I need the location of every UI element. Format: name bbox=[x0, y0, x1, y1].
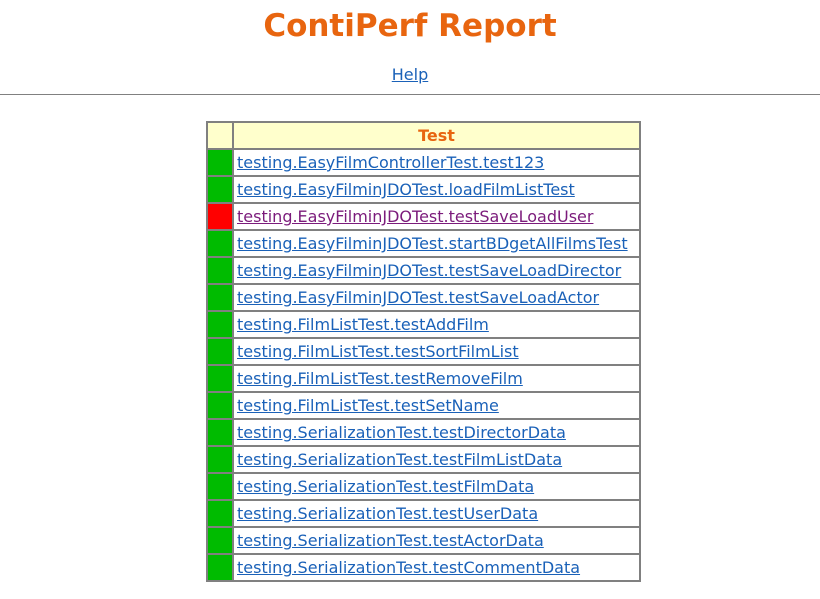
test-link[interactable]: testing.SerializationTest.testFilmData bbox=[237, 477, 534, 496]
test-link[interactable]: testing.SerializationTest.testCommentDat… bbox=[237, 558, 580, 577]
report-table: Test testing.EasyFilmControllerTest.test… bbox=[206, 121, 641, 582]
status-pass-indicator bbox=[207, 338, 233, 365]
table-row: testing.EasyFilminJDOTest.testSaveLoadUs… bbox=[207, 203, 640, 230]
table-row: testing.SerializationTest.testFilmListDa… bbox=[207, 446, 640, 473]
status-pass-indicator bbox=[207, 473, 233, 500]
test-link[interactable]: testing.EasyFilminJDOTest.startBDgetAllF… bbox=[237, 234, 628, 253]
test-name-cell: testing.EasyFilminJDOTest.testSaveLoadUs… bbox=[233, 203, 640, 230]
status-pass-indicator bbox=[207, 392, 233, 419]
test-name-cell: testing.EasyFilminJDOTest.startBDgetAllF… bbox=[233, 230, 640, 257]
help-link[interactable]: Help bbox=[392, 65, 428, 84]
test-link[interactable]: testing.FilmListTest.testSetName bbox=[237, 396, 499, 415]
divider bbox=[0, 94, 820, 95]
test-column-header: Test bbox=[233, 122, 640, 149]
test-link[interactable]: testing.SerializationTest.testFilmListDa… bbox=[237, 450, 562, 469]
test-link[interactable]: testing.EasyFilminJDOTest.loadFilmListTe… bbox=[237, 180, 575, 199]
test-link[interactable]: testing.SerializationTest.testDirectorDa… bbox=[237, 423, 566, 442]
table-header-row: Test bbox=[207, 122, 640, 149]
status-fail-indicator bbox=[207, 203, 233, 230]
table-row: testing.EasyFilminJDOTest.startBDgetAllF… bbox=[207, 230, 640, 257]
test-name-cell: testing.FilmListTest.testSortFilmList bbox=[233, 338, 640, 365]
page-title: ContiPerf Report bbox=[263, 8, 557, 44]
table-row: testing.FilmListTest.testSortFilmList bbox=[207, 338, 640, 365]
test-name-cell: testing.SerializationTest.testCommentDat… bbox=[233, 554, 640, 581]
status-pass-indicator bbox=[207, 419, 233, 446]
status-column-header bbox=[207, 122, 233, 149]
test-link[interactable]: testing.FilmListTest.testAddFilm bbox=[237, 315, 489, 334]
status-pass-indicator bbox=[207, 149, 233, 176]
test-name-cell: testing.EasyFilminJDOTest.testSaveLoadAc… bbox=[233, 284, 640, 311]
test-name-cell: testing.SerializationTest.testActorData bbox=[233, 527, 640, 554]
table-body: testing.EasyFilmControllerTest.test123 te… bbox=[207, 149, 640, 581]
table-row: testing.SerializationTest.testDirectorDa… bbox=[207, 419, 640, 446]
test-name-cell: testing.SerializationTest.testUserData bbox=[233, 500, 640, 527]
test-name-cell: testing.EasyFilminJDOTest.testSaveLoadDi… bbox=[233, 257, 640, 284]
test-link[interactable]: testing.SerializationTest.testActorData bbox=[237, 531, 544, 550]
status-pass-indicator bbox=[207, 365, 233, 392]
table-row: testing.SerializationTest.testFilmData bbox=[207, 473, 640, 500]
test-name-cell: testing.SerializationTest.testFilmData bbox=[233, 473, 640, 500]
report-table-wrapper: Test testing.EasyFilmControllerTest.test… bbox=[206, 121, 641, 582]
test-link[interactable]: testing.SerializationTest.testUserData bbox=[237, 504, 538, 523]
table-row: testing.SerializationTest.testActorData bbox=[207, 527, 640, 554]
table-row: testing.FilmListTest.testRemoveFilm bbox=[207, 365, 640, 392]
test-link[interactable]: testing.FilmListTest.testSortFilmList bbox=[237, 342, 519, 361]
test-link[interactable]: testing.EasyFilminJDOTest.testSaveLoadDi… bbox=[237, 261, 621, 280]
test-name-cell: testing.FilmListTest.testRemoveFilm bbox=[233, 365, 640, 392]
table-row: testing.FilmListTest.testAddFilm bbox=[207, 311, 640, 338]
status-pass-indicator bbox=[207, 257, 233, 284]
table-row: testing.EasyFilminJDOTest.loadFilmListTe… bbox=[207, 176, 640, 203]
test-name-cell: testing.EasyFilminJDOTest.loadFilmListTe… bbox=[233, 176, 640, 203]
table-row: testing.EasyFilminJDOTest.testSaveLoadDi… bbox=[207, 257, 640, 284]
status-pass-indicator bbox=[207, 446, 233, 473]
test-link[interactable]: testing.FilmListTest.testRemoveFilm bbox=[237, 369, 523, 388]
test-link[interactable]: testing.EasyFilmControllerTest.test123 bbox=[237, 153, 544, 172]
table-row: testing.SerializationTest.testUserData bbox=[207, 500, 640, 527]
test-link[interactable]: testing.EasyFilminJDOTest.testSaveLoadAc… bbox=[237, 288, 599, 307]
status-pass-indicator bbox=[207, 500, 233, 527]
test-name-cell: testing.FilmListTest.testAddFilm bbox=[233, 311, 640, 338]
test-name-cell: testing.EasyFilmControllerTest.test123 bbox=[233, 149, 640, 176]
status-pass-indicator bbox=[207, 230, 233, 257]
status-pass-indicator bbox=[207, 311, 233, 338]
status-pass-indicator bbox=[207, 527, 233, 554]
status-pass-indicator bbox=[207, 176, 233, 203]
test-link[interactable]: testing.EasyFilminJDOTest.testSaveLoadUs… bbox=[237, 207, 593, 226]
table-row: testing.FilmListTest.testSetName bbox=[207, 392, 640, 419]
table-row: testing.EasyFilmControllerTest.test123 bbox=[207, 149, 640, 176]
test-name-cell: testing.FilmListTest.testSetName bbox=[233, 392, 640, 419]
table-row: testing.EasyFilminJDOTest.testSaveLoadAc… bbox=[207, 284, 640, 311]
table-row: testing.SerializationTest.testCommentDat… bbox=[207, 554, 640, 581]
help-row: Help bbox=[0, 64, 820, 86]
test-name-cell: testing.SerializationTest.testDirectorDa… bbox=[233, 419, 640, 446]
status-pass-indicator bbox=[207, 554, 233, 581]
status-pass-indicator bbox=[207, 284, 233, 311]
test-name-cell: testing.SerializationTest.testFilmListDa… bbox=[233, 446, 640, 473]
